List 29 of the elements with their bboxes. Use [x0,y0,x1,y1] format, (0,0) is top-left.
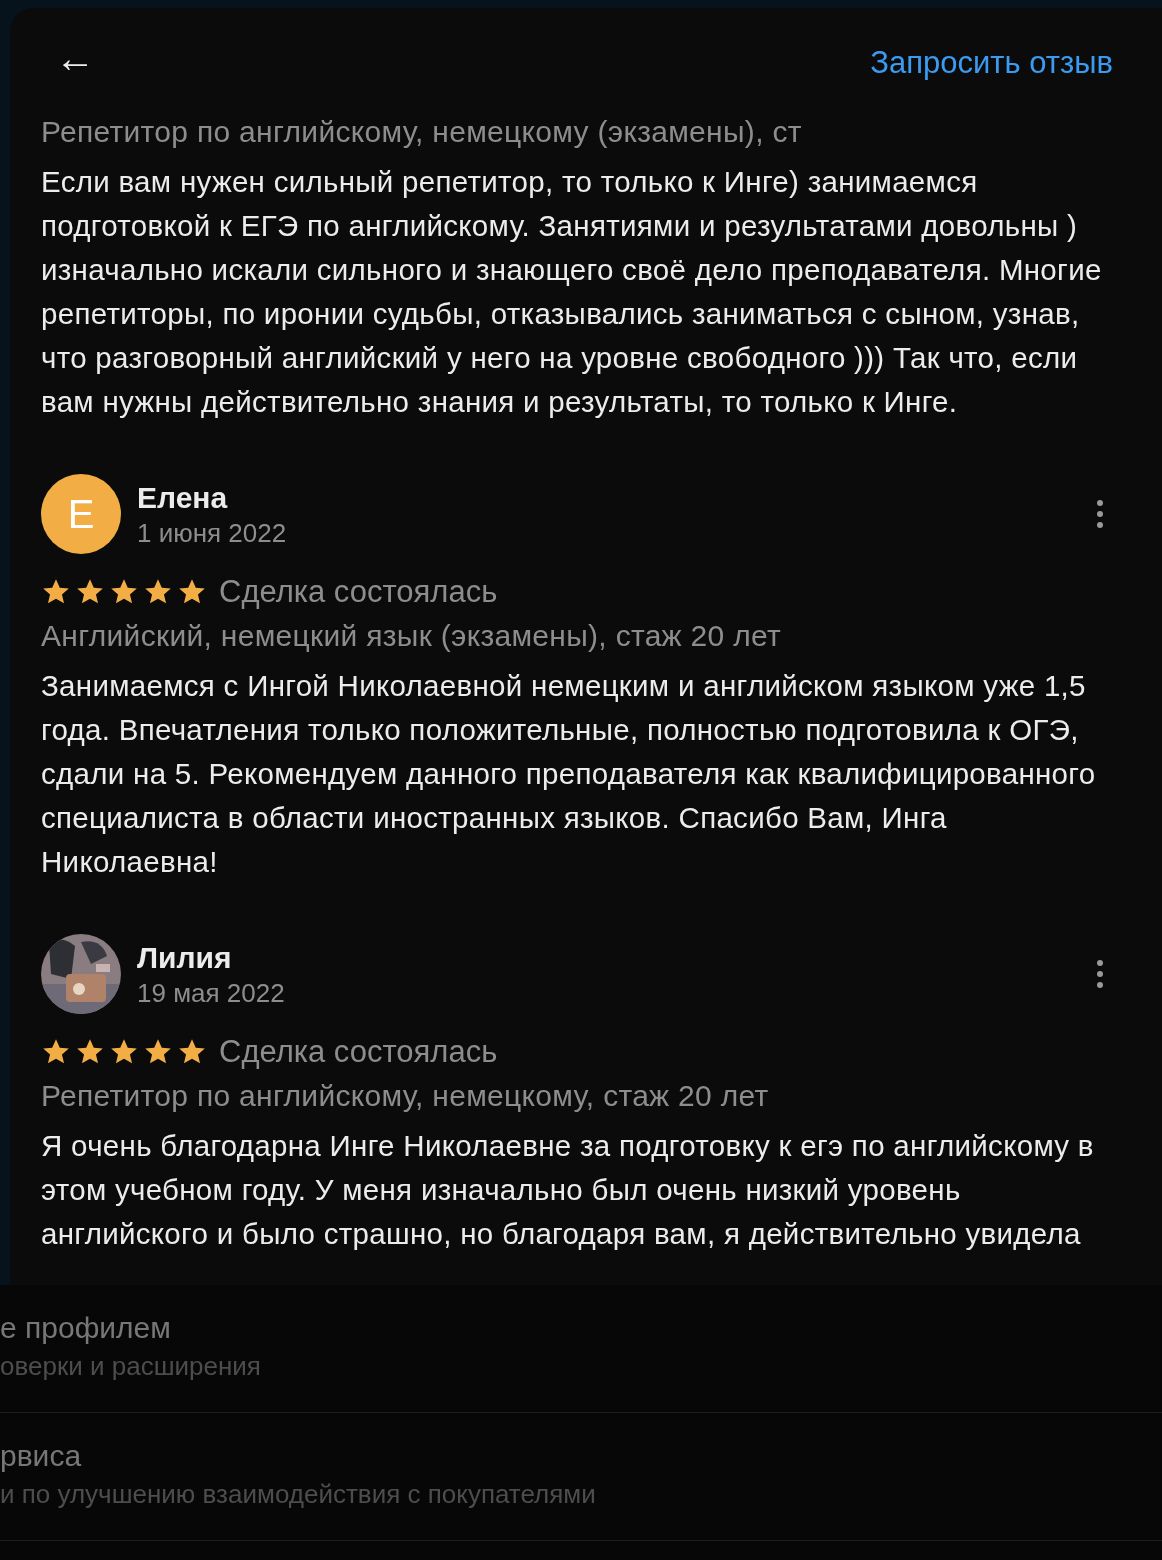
sheet-item-subtitle: оверки и расширения [0,1349,262,1383]
star-icon [75,1038,105,1066]
star-icon [143,1038,173,1066]
avatar: Е [41,474,121,554]
star-icon [143,578,173,606]
review-category: Репетитор по английскому, немецкому, стаж 20 лет [41,1078,770,1114]
review-date: 1 июня 2022 [137,517,288,549]
review-date: 19 мая 2022 [137,977,286,1009]
reviewer-name: Елена [137,480,229,516]
star-icon [41,1038,71,1066]
sheet-item-subtitle: и по улучшению взаимодействия с покупателями [0,1477,597,1511]
sheet-item-title: рвиса [0,1437,83,1474]
deal-status: Сделка состоялась [219,1033,498,1071]
review-category: Английский, немецкий язык (экзамены), стаж 20 лет [41,618,783,654]
star-icon [177,1038,207,1066]
star-icon [109,1038,139,1066]
review-text: Занимаемся с Ингой Николаевной немецким и английском языком уже 1,5 года. Впечатления только положительные, полностью подготовила к ОГЭ, сдали на 5. Рекомендуем данного преподавателя как квалифицированного специалиста в области иностранных языков. Спасибо Вам, Инга Николаевна! [41,668,1097,880]
review-text: Если вам нужен сильный репетитор, то только к Инге) занимаемся подготовкой к ЕГЭ по английскому. Занятиями и результатами довольны ) изначально искали сильного и знающего своё дело преподавателя. Многие репетиторы, по иронии судьбы, отказывались заниматься с сыном, узнав, что разговорный английский у него на уровне свободного ))) Так что, если вам нужны действительно знания и результаты, то только к Инге. [41,164,1103,420]
request-review-link[interactable]: Запросить отзыв [870,39,1113,87]
back-button[interactable]: ← [55,38,95,78]
star-icon [41,578,71,606]
star-icon [75,578,105,606]
reviewer-name: Лилия [137,940,233,976]
deal-status: Сделка состоялась [219,573,498,611]
sheet-item-title: е профилем [0,1309,172,1346]
review-category: Репетитор по английскому, немецкому (экзамены), ст [41,114,803,150]
star-icon [177,578,207,606]
star-icon [109,578,139,606]
review-text: Я очень благодарна Инге Николаевне за подготовку к егэ по английскому в этом учебном году. У меня изначально был очень низкий уровень английского и было страшно, но благодаря вам, я действительно увидела [41,1128,1095,1252]
